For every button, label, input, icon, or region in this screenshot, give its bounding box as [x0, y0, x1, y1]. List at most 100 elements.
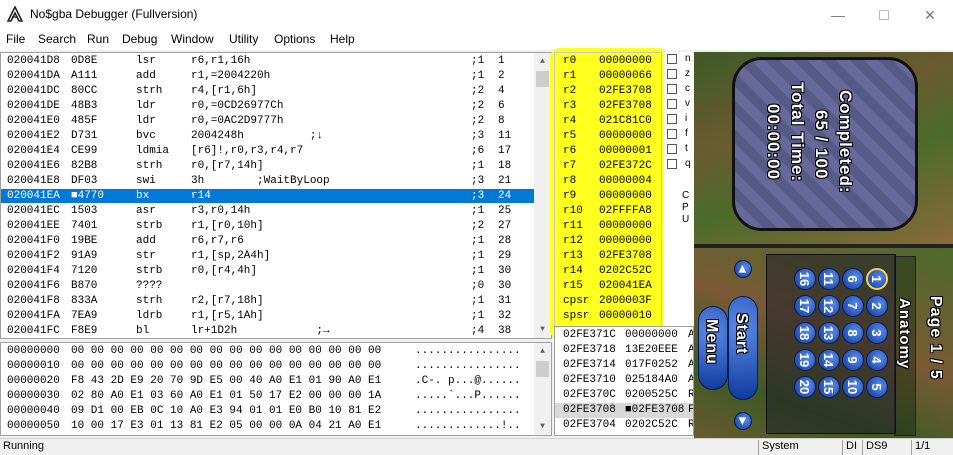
- register-row[interactable]: r5 00000000: [555, 129, 661, 144]
- number-button-20[interactable]: 20: [794, 376, 816, 398]
- number-button-1[interactable]: 1: [866, 268, 888, 290]
- hex-row[interactable]: 00000040 09 D1 00 EB 0C 10 A0 E3 94 01 01…: [1, 404, 531, 419]
- stack-row[interactable]: 02FE371C 00000000 A: [555, 328, 693, 343]
- disasm-row[interactable]: 020041DE 48B3 ldr r0,=0CD26977Ch ;2 6: [1, 99, 535, 113]
- number-button-19[interactable]: 19: [794, 349, 816, 371]
- flag-f[interactable]: f: [665, 128, 695, 143]
- flag-checkbox[interactable]: [667, 159, 677, 169]
- disasm-row[interactable]: 020041E8 DF03 swi 3h ;WaitByLoop ;3 21: [1, 174, 535, 188]
- disasm-row[interactable]: 020041EC 1503 asr r3,r0,14h ;1 25: [1, 204, 535, 218]
- number-button-7[interactable]: 7: [842, 295, 864, 317]
- number-button-6[interactable]: 6: [842, 268, 864, 290]
- menu-search[interactable]: Search: [38, 32, 76, 46]
- register-row[interactable]: cpsr 2000003F: [555, 294, 661, 309]
- scroll-up-arrow-icon[interactable]: ▲: [534, 343, 551, 360]
- number-button-3[interactable]: 3: [866, 322, 888, 344]
- disassembly-view[interactable]: 020041D8 0D8E lsr r6,r1,16h ;1 1 020041DA A111 a…: [0, 52, 552, 339]
- disasm-row[interactable]: 020041E4 CE99 ldmia [r6]!,r0,r3,r4,r7 ;6 17: [1, 144, 535, 158]
- number-button-4[interactable]: 4: [866, 349, 888, 371]
- scroll-up-arrow-icon[interactable]: ▲: [534, 53, 551, 70]
- flag-checkbox[interactable]: [667, 144, 677, 154]
- register-row[interactable]: r13 02FE3708: [555, 249, 661, 264]
- flag-z[interactable]: z: [665, 68, 695, 83]
- flag-v[interactable]: v: [665, 98, 695, 113]
- hex-scrollbar[interactable]: ▲ ▼: [534, 343, 551, 435]
- flag-checkbox[interactable]: [667, 54, 677, 64]
- stack-row[interactable]: 02FE3710 025184A0 A: [555, 373, 693, 388]
- disasm-row[interactable]: 020041F4 7120 strb r0,[r4,4h] ;1 30: [1, 264, 535, 278]
- number-button-16[interactable]: 16: [794, 268, 816, 290]
- menu-options[interactable]: Options: [274, 32, 315, 46]
- hex-row[interactable]: 00000030 02 80 A0 E1 03 60 A0 E1 01 50 17…: [1, 389, 531, 404]
- number-button-14[interactable]: 14: [818, 349, 840, 371]
- menu-utility[interactable]: Utility: [229, 32, 258, 46]
- scroll-down-arrow-icon[interactable]: ▼: [534, 418, 551, 435]
- register-row[interactable]: r10 02FFFFA8: [555, 204, 661, 219]
- disasm-row[interactable]: 020041E0 485F ldr r0,=0AC2D9777h ;2 8: [1, 114, 535, 128]
- disasm-row[interactable]: 020041F2 91A9 str r1,[sp,2A4h] ;1 29: [1, 249, 535, 263]
- scroll-thumb[interactable]: [536, 361, 549, 377]
- flag-checkbox[interactable]: [667, 114, 677, 124]
- disasm-row[interactable]: 020041D8 0D8E lsr r6,r1,16h ;1 1: [1, 54, 535, 68]
- register-row[interactable]: spsr 00000010: [555, 309, 661, 324]
- flag-checkbox[interactable]: [667, 129, 677, 139]
- disasm-row[interactable]: 020041DC 80CC strh r4,[r1,6h] ;2 4: [1, 84, 535, 98]
- disasm-row[interactable]: 020041FA 7EA9 ldrb r1,[r5,1Ah] ;1 32: [1, 309, 535, 323]
- scroll-down-button[interactable]: ▶: [734, 412, 752, 430]
- disasm-row[interactable]: 020041EE 7401 strb r1,[r0,10h] ;2 27: [1, 219, 535, 233]
- number-button-8[interactable]: 8: [842, 322, 864, 344]
- close-button[interactable]: ✕: [907, 0, 953, 30]
- register-row[interactable]: r7 02FE372C: [555, 159, 661, 174]
- number-button-10[interactable]: 10: [842, 376, 864, 398]
- stack-row[interactable]: 02FE3708 ■02FE3708 F: [555, 403, 693, 418]
- menu-help[interactable]: Help: [330, 32, 355, 46]
- hex-row[interactable]: 00000020 F8 43 2D E9 20 70 9D E5 00 40 A0…: [1, 374, 531, 389]
- start-button[interactable]: Start: [728, 296, 758, 400]
- register-row[interactable]: r8 00000004: [555, 174, 661, 189]
- register-row[interactable]: r11 00000000: [555, 219, 661, 234]
- hex-memory-view[interactable]: 00000000 00 00 00 00 00 00 00 00 00 00 00…: [0, 342, 552, 436]
- hex-row[interactable]: 00000050 10 00 17 E3 01 13 81 E2 05 00 00…: [1, 419, 531, 434]
- stack-view[interactable]: 02FE371C 00000000 A 02FE3718 13E20EEE A 02FE37…: [554, 326, 694, 436]
- disasm-row[interactable]: 020041F0 19BE add r6,r7,r6 ;1 28: [1, 234, 535, 248]
- flag-checkbox[interactable]: [667, 69, 677, 79]
- number-button-9[interactable]: 9: [842, 349, 864, 371]
- disasm-row[interactable]: 020041F8 833A strh r2,[r7,18h] ;1 31: [1, 294, 535, 308]
- register-row[interactable]: r1 00000066: [555, 69, 661, 84]
- bottom-screen[interactable]: Page 1 / 5 Anatomy 1 2 3 4 5 6 7 8 9 10 11 12 13 14 15…: [694, 248, 953, 440]
- register-row[interactable]: r4 021C81C0: [555, 114, 661, 129]
- register-row[interactable]: r15 020041EA: [555, 279, 661, 294]
- disassembly-scrollbar[interactable]: ▲ ▼: [534, 53, 551, 338]
- disasm-row[interactable]: 020041FC F8E9 bl lr+1D2h ;→ ;4 38: [1, 324, 535, 338]
- flag-checkbox[interactable]: [667, 99, 677, 109]
- register-panel[interactable]: r0 00000000 r1 00000066 r2 02FE3708 r3 02FE3708…: [554, 52, 662, 330]
- number-button-12[interactable]: 12: [818, 295, 840, 317]
- stack-row[interactable]: 02FE3704 0202C52C R: [555, 418, 693, 433]
- number-button-17[interactable]: 17: [794, 295, 816, 317]
- menu-button[interactable]: Menu: [698, 306, 728, 390]
- stack-row[interactable]: 02FE370C 0200525C R: [555, 388, 693, 403]
- stack-row[interactable]: 02FE3714 017F0252 A: [555, 358, 693, 373]
- register-row[interactable]: r3 02FE3708: [555, 99, 661, 114]
- register-row[interactable]: r12 00000000: [555, 234, 661, 249]
- number-button-11[interactable]: 11: [818, 268, 840, 290]
- menu-run[interactable]: Run: [87, 32, 109, 46]
- disasm-row[interactable]: 020041E6 82B8 strh r0,[r7,14h] ;1 18: [1, 159, 535, 173]
- flag-i[interactable]: i: [665, 113, 695, 128]
- menu-debug[interactable]: Debug: [122, 32, 157, 46]
- flag-checkbox[interactable]: [667, 84, 677, 94]
- register-row[interactable]: r14 0202C52C: [555, 264, 661, 279]
- flag-t[interactable]: t: [665, 143, 695, 158]
- number-button-15[interactable]: 15: [818, 376, 840, 398]
- maximize-button[interactable]: [861, 0, 907, 30]
- flag-n[interactable]: n: [665, 53, 695, 68]
- flag-c[interactable]: c: [665, 83, 695, 98]
- flag-q[interactable]: q: [665, 158, 695, 173]
- disasm-row[interactable]: 020041E2 D731 bvc 2004248h ;↓ ;3 11: [1, 129, 535, 143]
- scroll-up-button[interactable]: ◀: [734, 260, 752, 278]
- number-button-2[interactable]: 2: [866, 295, 888, 317]
- register-row[interactable]: r0 00000000: [555, 54, 661, 69]
- menu-window[interactable]: Window: [171, 32, 214, 46]
- disasm-row[interactable]: 020041EA ■4770 bx r14 ;3 24: [1, 189, 535, 203]
- number-button-5[interactable]: 5: [866, 376, 888, 398]
